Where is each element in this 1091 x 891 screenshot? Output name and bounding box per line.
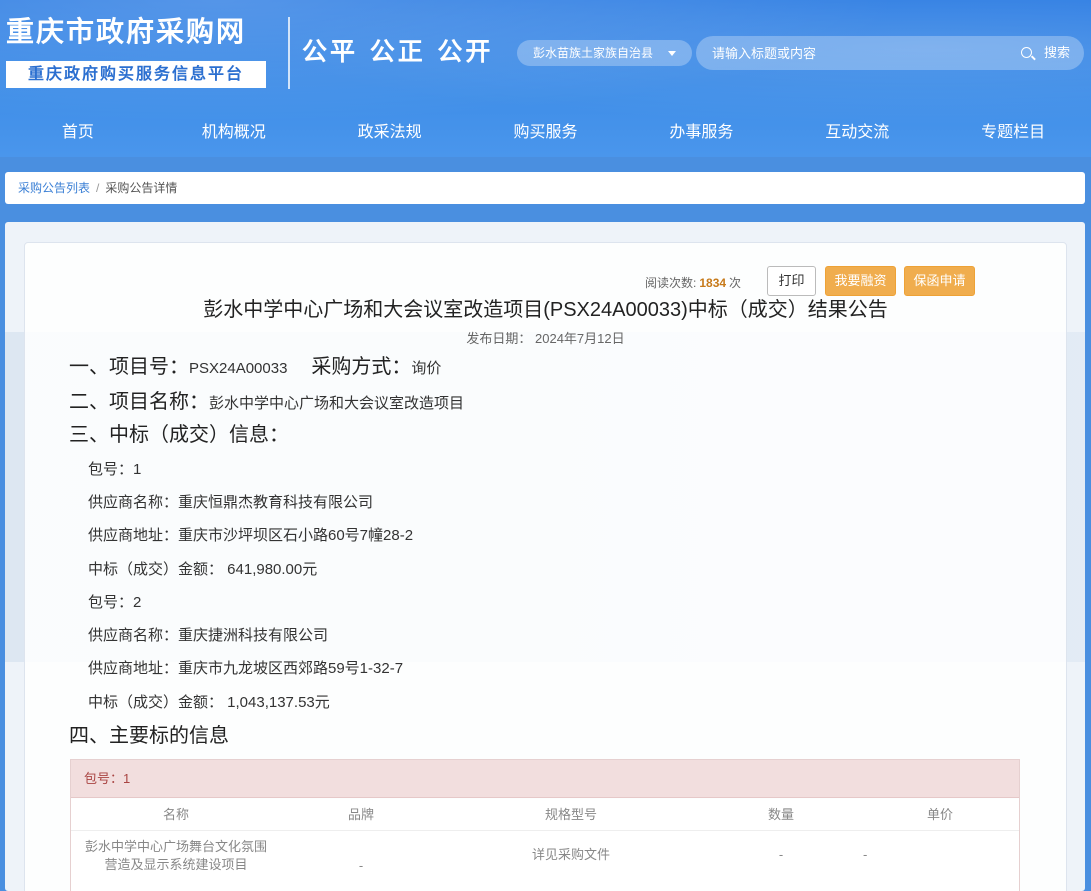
search-button[interactable]: 搜索: [1020, 36, 1070, 70]
breadcrumb-link-notice-list[interactable]: 采购公告列表: [18, 181, 90, 195]
lot-1-package: 包号：1: [88, 461, 142, 478]
section-award-info: 三、中标（成交）信息：: [69, 424, 289, 446]
nav-item-regulations[interactable]: 政采法规: [312, 110, 468, 156]
section-project-name-label: 二、项目名称：: [69, 391, 209, 413]
column-header-name: 名称: [162, 807, 189, 822]
search-input[interactable]: [712, 36, 1012, 70]
nav-item-topics[interactable]: 专题栏目: [935, 110, 1091, 156]
finance-button[interactable]: 我要融资: [825, 266, 896, 296]
section-project-name: 二、项目名称：彭水中学中心广场和大会议室改造项目: [69, 388, 464, 418]
site-logo-subtitle[interactable]: 重庆政府购买服务信息平台: [6, 61, 266, 88]
nav-item-home[interactable]: 首页: [0, 110, 156, 156]
breadcrumb: 采购公告列表 / 采购公告详情: [5, 172, 1085, 204]
site-logo-title[interactable]: 重庆市政府采购网: [6, 14, 268, 50]
header-divider: [288, 17, 290, 89]
breadcrumb-current: 采购公告详情: [105, 181, 178, 195]
lot-2-package: 包号：2: [88, 594, 142, 611]
main-items-table: 包号：1 名称 品牌 规格型号 数量 单价 彭水中学中心广场舞台文化氛围营造及显…: [70, 759, 1020, 891]
section-main-items: 四、主要标的信息: [69, 725, 229, 747]
notice-title: 彭水中学中心广场和大会议室改造项目(PSX24A00033)中标（成交）结果公告: [203, 299, 888, 321]
guarantee-button[interactable]: 保函申请: [904, 266, 975, 296]
lot-2-amount: 中标（成交）金额： 1,043,137.53元: [88, 694, 330, 711]
nav-item-organization[interactable]: 机构概况: [156, 110, 312, 156]
cell-item-name: 彭水中学中心广场舞台文化氛围营造及显示系统建设项目: [84, 839, 267, 872]
publish-date: 发布日期： 2024年7月12日: [0, 329, 1091, 349]
publish-date-value: 2024年7月12日: [535, 331, 625, 346]
cell-brand: -: [358, 858, 364, 873]
column-header-quantity: 数量: [767, 807, 794, 822]
table-row: 彭水中学中心广场舞台文化氛围营造及显示系统建设项目 - 详见采购文件 - -: [71, 831, 1019, 891]
nav-item-purchase-services[interactable]: 购买服务: [468, 110, 624, 156]
procurement-method-label: 采购方式：: [311, 356, 412, 378]
nav-item-services[interactable]: 办事服务: [623, 110, 779, 156]
nav-item-interaction[interactable]: 互动交流: [779, 110, 935, 156]
print-button[interactable]: 打印: [767, 266, 816, 296]
search-icon: [1020, 47, 1032, 58]
table-package-header: 包号：1: [71, 760, 1019, 798]
lot-1-supplier: 供应商名称：重庆恒鼎杰教育科技有限公司: [88, 494, 374, 511]
column-header-brand: 品牌: [347, 807, 374, 822]
section-project-no-label: 一、项目号：: [69, 356, 189, 378]
cell-quantity: -: [778, 847, 784, 862]
region-select[interactable]: 彭水苗族土家族自治县: [517, 40, 692, 66]
cell-unit-price: -: [863, 847, 868, 862]
search-box: 搜索: [696, 36, 1084, 70]
column-header-spec: 规格型号: [544, 807, 597, 822]
section-project-no: 一、项目号：PSX24A00033 采购方式：询价: [69, 353, 441, 383]
column-header-unit-price: 单价: [926, 807, 953, 822]
project-no-value: PSX24A00033: [189, 360, 288, 377]
read-count-value: 1834: [699, 276, 727, 290]
breadcrumb-separator: /: [96, 181, 100, 195]
procurement-method-value: 询价: [411, 360, 442, 377]
table-header-row: 名称 品牌 规格型号 数量 单价: [71, 799, 1019, 831]
lot-2-address: 供应商地址：重庆市九龙坡区西郊路59号1-32-7: [88, 660, 404, 677]
read-count-unit: 次: [729, 276, 742, 290]
lot-1-address: 供应商地址：重庆市沙坪坝区石小路60号7幢28-2: [88, 527, 414, 544]
publish-date-label: 发布日期：: [466, 331, 532, 346]
cell-spec: 详见采购文件: [531, 847, 610, 862]
region-select-value: 彭水苗族土家族自治县: [533, 46, 654, 60]
project-name-value: 彭水中学中心广场和大会议室改造项目: [209, 395, 465, 412]
read-count-label: 阅读次数:: [645, 276, 697, 290]
main-nav: 首页 机构概况 政采法规 购买服务 办事服务 互动交流 专题栏目: [0, 110, 1091, 156]
site-header: 重庆市政府采购网 重庆政府购买服务信息平台 公平 公正 公开 彭水苗族土家族自治…: [0, 0, 1091, 157]
read-count: 阅读次数: 1834 次: [645, 272, 741, 294]
site-slogan: 公平 公正 公开: [302, 37, 494, 66]
search-button-label: 搜索: [1043, 45, 1070, 60]
lot-1-amount: 中标（成交）金额： 641,980.00元: [88, 561, 318, 578]
chevron-down-icon: [668, 51, 676, 56]
lot-2-supplier: 供应商名称：重庆捷洲科技有限公司: [88, 627, 329, 644]
